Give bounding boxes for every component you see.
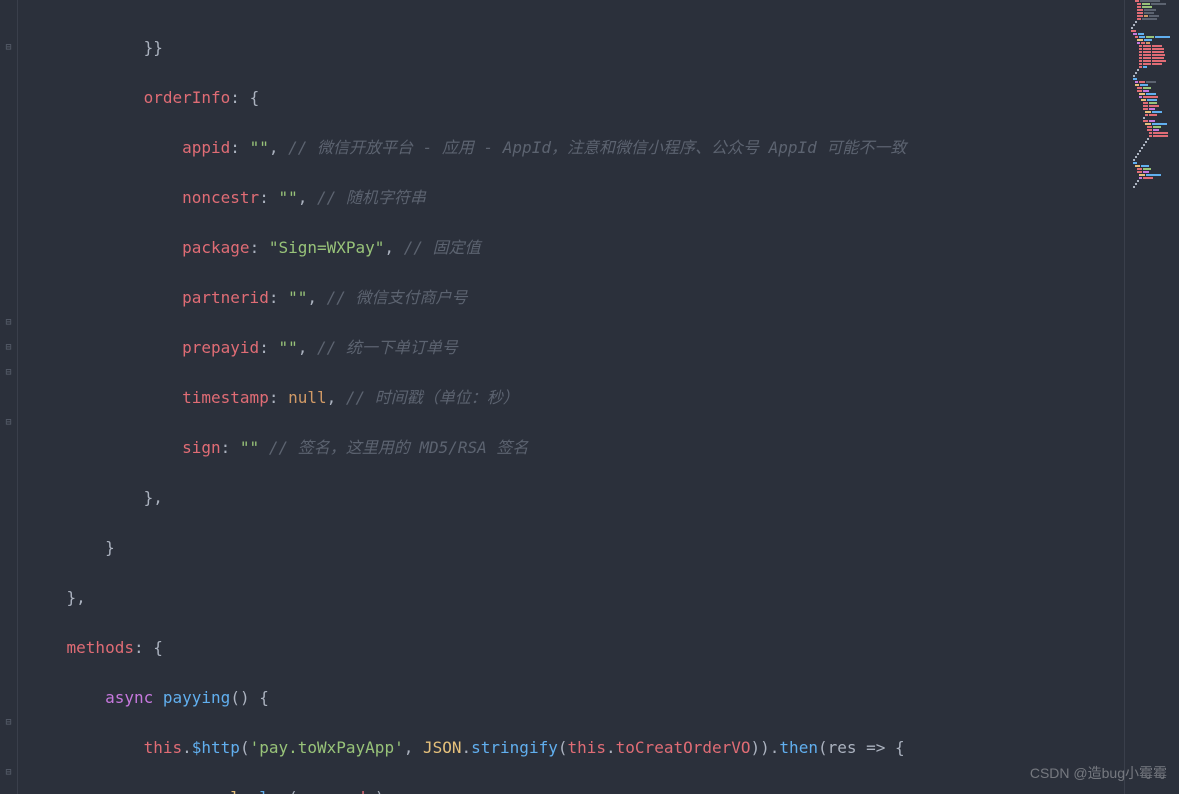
fold-marker[interactable]: ⊟ <box>0 335 17 360</box>
fold-marker[interactable] <box>0 10 17 35</box>
watermark: CSDN @造bug小霉霉 <box>1030 761 1167 786</box>
minimap[interactable] <box>1124 0 1179 794</box>
fold-marker[interactable]: ⊟ <box>0 310 17 335</box>
fold-marker[interactable]: ⊟ <box>0 760 17 785</box>
code-text: orderInfo <box>28 88 230 107</box>
fold-marker[interactable]: ⊟ <box>0 35 17 60</box>
gutter: ⊟ ⊟ ⊟ ⊟ ⊟ ⊟ ⊟ <box>0 0 18 794</box>
code-editor: ⊟ ⊟ ⊟ ⊟ ⊟ ⊟ ⊟ }} orderInfo: { <box>0 0 1179 794</box>
code-content[interactable]: }} orderInfo: { appid: "", // 微信开放平台 - 应… <box>18 0 1124 794</box>
minimap-content <box>1127 0 1177 189</box>
fold-marker[interactable]: ⊟ <box>0 360 17 385</box>
code-text: }} <box>28 38 163 57</box>
fold-marker[interactable]: ⊟ <box>0 410 17 435</box>
fold-marker[interactable]: ⊟ <box>0 710 17 735</box>
